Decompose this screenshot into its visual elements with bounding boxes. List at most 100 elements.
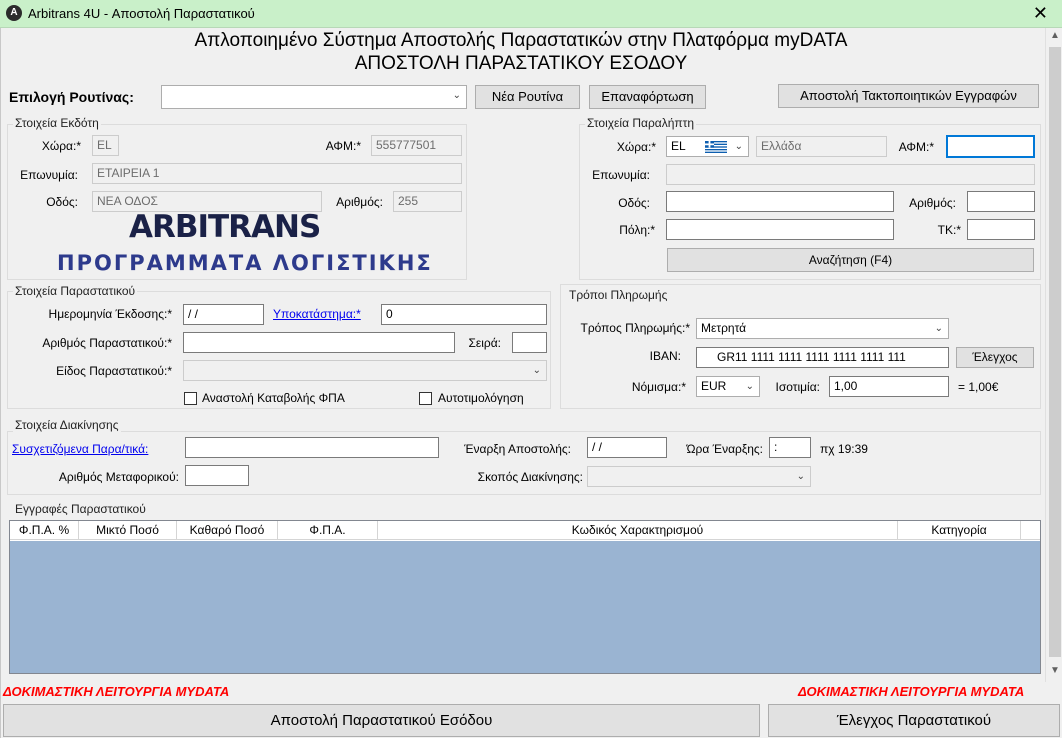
related-documents-field[interactable] — [185, 437, 439, 458]
column-header-filler — [1021, 521, 1040, 540]
receiver-zip-field[interactable] — [967, 219, 1035, 240]
title-bar: A Arbitrans 4U - Αποστολή Παραστατικού ✕ — [0, 0, 1062, 28]
start-time-hint: πχ 19:39 — [820, 442, 868, 456]
routine-label: Επιλογή Ρουτίνας: — [9, 89, 134, 105]
entries-table[interactable]: Φ.Π.Α. % Μικτό Ποσό Καθαρό Ποσό Φ.Π.Α. Κ… — [9, 520, 1041, 674]
receiver-group-title: Στοιχεία Παραλήπτη — [585, 116, 697, 130]
document-type-select[interactable]: ⌄ — [183, 360, 547, 381]
start-time-label: Ώρα Έναρξης: — [686, 442, 763, 456]
receiver-country-name-field: Ελλάδα — [756, 136, 887, 157]
exchange-rate-label: Ισοτιμία: — [775, 380, 820, 394]
receiver-city-label: Πόλη:* — [619, 223, 655, 237]
dispatch-start-label: Έναρξη Αποστολής: — [464, 442, 571, 456]
transport-purpose-label: Σκοπός Διακίνησης: — [477, 470, 583, 484]
document-number-label: Αριθμός Παραστατικού:* — [42, 336, 172, 350]
iban-field[interactable]: GR11 1111 1111 1111 1111 1111 111 — [696, 347, 949, 368]
document-number-field[interactable] — [183, 332, 455, 353]
arbitrans-logo-tagline: ΠΡΟΓΡΑΜΜΑΤΑ ΛΟΓΙΣΤΙΚΗΣ — [57, 251, 433, 275]
issuer-afm-label: ΑΦΜ:* — [325, 139, 361, 153]
entries-grid-body[interactable] — [10, 541, 1040, 673]
greek-flag-icon — [705, 141, 727, 153]
column-header-category[interactable]: Κατηγορία — [898, 521, 1021, 540]
series-label: Σειρά: — [468, 336, 501, 350]
scroll-down-icon[interactable]: ▼ — [1050, 665, 1060, 676]
receiver-city-field[interactable] — [666, 219, 894, 240]
receiver-zip-label: ΤΚ:* — [937, 223, 961, 237]
entries-group-title: Εγγραφές Παραστατικού — [13, 502, 148, 516]
currency-label: Νόμισμα:* — [631, 380, 686, 394]
dispatch-start-field[interactable]: / / — [587, 437, 667, 458]
page-subtitle: ΑΠΟΣΤΟΛΗ ΠΑΡΑΣΤΑΤΙΚΟΥ ΕΣΟΔΟΥ — [354, 53, 688, 74]
vehicle-number-label: Αριθμός Μεταφορικού: — [58, 470, 179, 484]
receiver-name-field — [666, 164, 1035, 185]
related-documents-link[interactable]: Συσχετιζόμενα Παρα/τικά: — [12, 442, 148, 456]
send-regularizing-entries-button[interactable]: Αποστολή Τακτοποιητικών Εγγραφών — [778, 84, 1039, 108]
receiver-name-label: Επωνυμία: — [592, 168, 650, 182]
issue-date-field[interactable]: / / — [183, 304, 264, 325]
column-header-vat-percent[interactable]: Φ.Π.Α. % — [10, 521, 79, 540]
iban-check-button[interactable]: Έλεγχος — [956, 347, 1034, 368]
exchange-rate-result: = 1,00€ — [958, 380, 999, 394]
issuer-number-label: Αριθμός: — [336, 195, 383, 209]
branch-field[interactable]: 0 — [381, 304, 547, 325]
column-header-net-amount[interactable]: Καθαρό Ποσό — [177, 521, 278, 540]
chevron-down-icon: ⌄ — [532, 365, 541, 376]
receiver-afm-field[interactable] — [946, 135, 1035, 158]
payment-method-select[interactable]: Μετρητά ⌄ — [696, 318, 949, 339]
new-routine-button[interactable]: Νέα Ρουτίνα — [475, 85, 580, 109]
test-mode-warning-left: ΔΟΚΙΜΑΣΤΙΚΗ ΛΕΙΤΟΥΡΓΙΑ MYDATA — [3, 684, 230, 699]
chevron-down-icon: ⌄ — [934, 323, 943, 334]
window-title: Arbitrans 4U - Αποστολή Παραστατικού — [28, 6, 255, 21]
test-mode-warning-right: ΔΟΚΙΜΑΣΤΙΚΗ ΛΕΙΤΟΥΡΓΙΑ MYDATA — [798, 684, 1025, 699]
scrollbar-thumb[interactable] — [1049, 47, 1061, 657]
self-invoicing-checkbox[interactable] — [419, 392, 432, 405]
receiver-country-label: Χώρα:* — [616, 140, 656, 154]
chevron-down-icon: ⌄ — [452, 90, 461, 101]
series-field[interactable] — [512, 332, 547, 353]
reload-button[interactable]: Επαναφόρτωση — [589, 85, 706, 109]
column-header-classification-code[interactable]: Κωδικός Χαρακτηρισμού — [378, 521, 898, 540]
start-time-field[interactable]: : — [769, 437, 811, 458]
exchange-rate-field[interactable]: 1,00 — [829, 376, 949, 397]
issuer-country-field: EL — [92, 135, 119, 156]
receiver-country-select[interactable]: EL ⌄ — [666, 136, 749, 157]
app-icon: A — [6, 5, 22, 21]
iban-label: IBAN: — [649, 349, 681, 363]
receiver-number-label: Αριθμός: — [909, 196, 956, 210]
vat-suspension-checkbox[interactable] — [184, 392, 197, 405]
document-group-title: Στοιχεία Παραστατικού — [13, 284, 138, 298]
scroll-up-icon[interactable]: ▲ — [1050, 30, 1060, 41]
issuer-group-title: Στοιχεία Εκδότη — [13, 116, 101, 130]
document-type-label: Είδος Παραστατικού:* — [56, 364, 172, 378]
close-icon[interactable]: ✕ — [1033, 3, 1048, 24]
chevron-down-icon: ⌄ — [745, 381, 754, 392]
send-income-document-button[interactable]: Αποστολή Παραστατικού Εσόδου — [3, 704, 760, 737]
payment-method-label: Τρόπος Πληρωμής:* — [580, 321, 690, 335]
window-scrollbar[interactable]: ▲ ▼ — [1045, 28, 1062, 682]
receiver-search-button[interactable]: Αναζήτηση (F4) — [667, 248, 1034, 272]
issue-date-label: Ημερομηνία Έκδοσης:* — [48, 307, 172, 321]
main-window: Απλοποιημένο Σύστημα Αποστολής Παραστατι… — [0, 28, 1062, 738]
routine-select[interactable]: ⌄ — [161, 85, 467, 109]
chevron-down-icon: ⌄ — [734, 141, 743, 152]
vehicle-number-field[interactable] — [185, 465, 249, 486]
arbitrans-logo: ARBITRANS — [129, 209, 321, 245]
issuer-street-label: Οδός: — [46, 195, 78, 209]
vat-suspension-label: Αναστολή Καταβολής ΦΠΑ — [202, 391, 345, 405]
receiver-street-label: Οδός: — [618, 196, 650, 210]
issuer-afm-field: 555777501 — [371, 135, 462, 156]
receiver-street-field[interactable] — [666, 191, 894, 212]
check-document-button[interactable]: Έλεγχος Παραστατικού — [768, 704, 1060, 737]
receiver-number-field[interactable] — [967, 191, 1035, 212]
branch-link[interactable]: Υποκατάστημα:* — [273, 307, 361, 321]
column-header-gross-amount[interactable]: Μικτό Ποσό — [79, 521, 177, 540]
column-header-vat-amount[interactable]: Φ.Π.Α. — [278, 521, 378, 540]
issuer-country-label: Χώρα:* — [41, 139, 81, 153]
chevron-down-icon: ⌄ — [796, 471, 805, 482]
transport-purpose-select[interactable]: ⌄ — [587, 466, 811, 487]
issuer-name-field: ΕΤΑΙΡΕΙΑ 1 — [92, 163, 462, 184]
currency-select[interactable]: EUR ⌄ — [696, 376, 760, 397]
issuer-name-label: Επωνυμία: — [20, 168, 78, 182]
payment-group-title: Τρόποι Πληρωμής — [567, 288, 670, 302]
transport-group — [7, 431, 1041, 495]
